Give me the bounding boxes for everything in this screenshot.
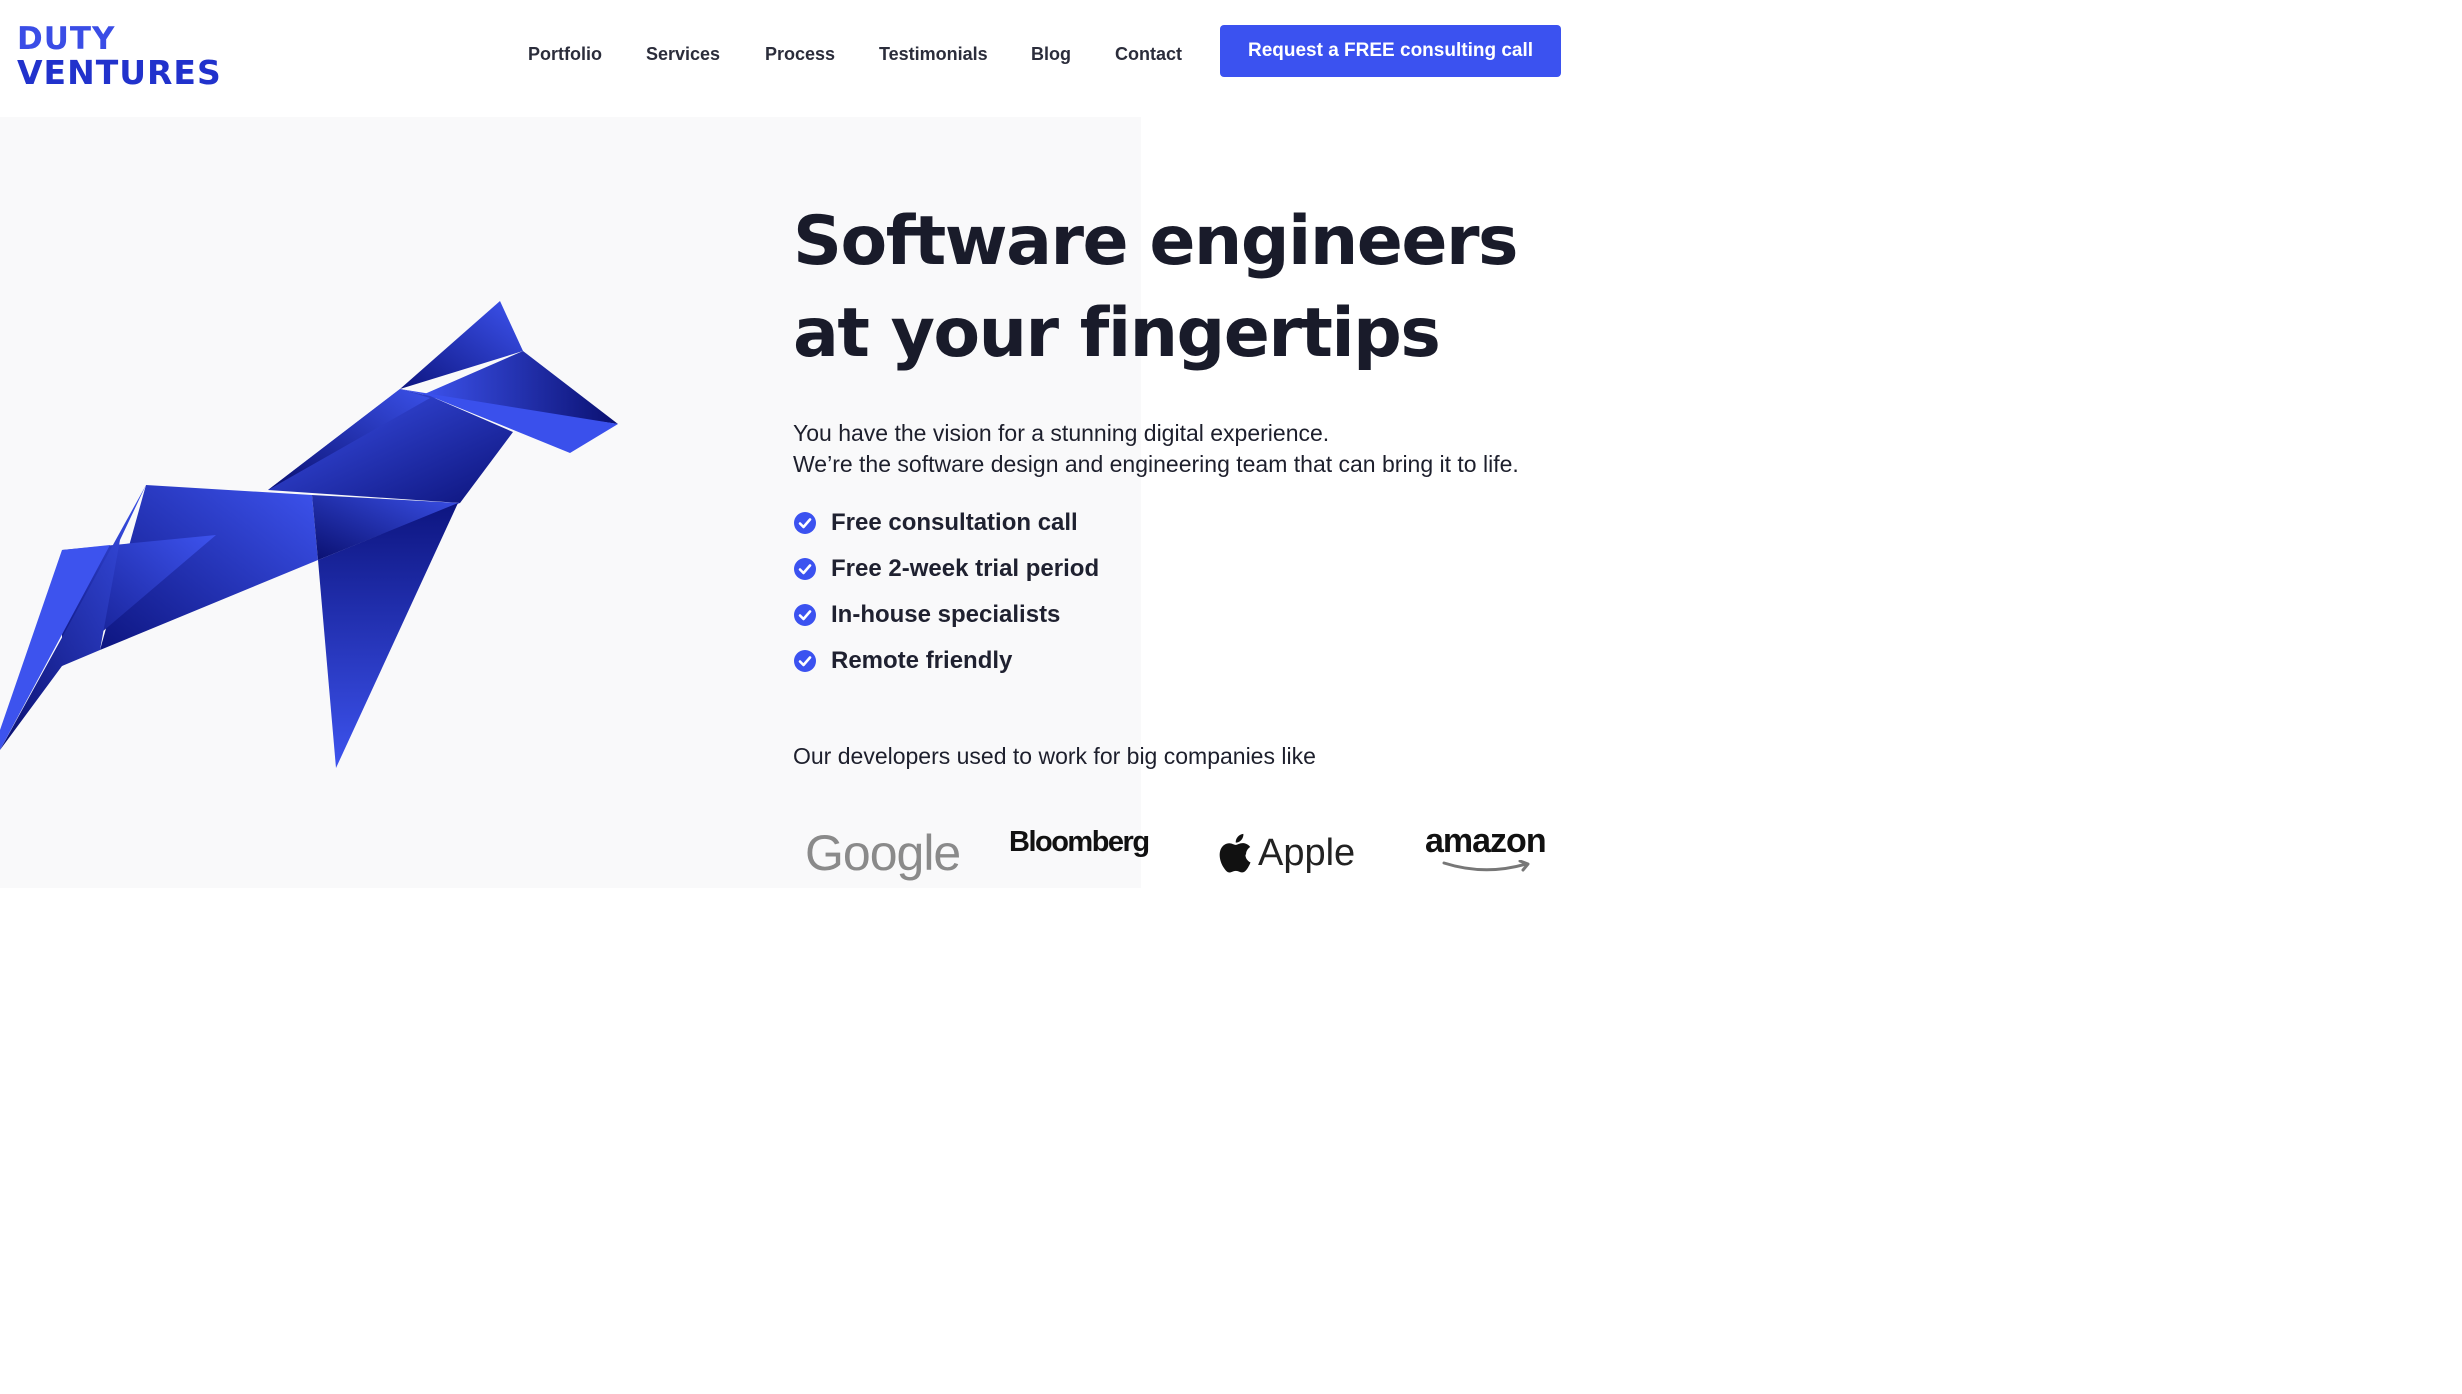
feature-item: Remote friendly — [793, 638, 1099, 684]
amazon-logo: amazon — [1425, 822, 1547, 860]
apple-icon — [1219, 833, 1251, 873]
nav-link-portfolio[interactable]: Portfolio — [528, 44, 602, 65]
nav-link-contact[interactable]: Contact — [1115, 44, 1182, 65]
company-logos: Google Bloomberg Apple amazon — [0, 820, 1568, 888]
check-circle-icon — [793, 649, 817, 673]
hero-headline: Software engineers at your fingertips — [793, 196, 1553, 380]
hero-intro: You have the vision for a stunning digit… — [793, 418, 1563, 480]
check-circle-icon — [793, 603, 817, 627]
headline-line-2: at your fingertips — [793, 294, 1441, 373]
intro-line-1: You have the vision for a stunning digit… — [793, 420, 1330, 446]
feature-item: In-house specialists — [793, 592, 1099, 638]
feature-label: Remote friendly — [831, 647, 1013, 674]
apple-wordmark: Apple — [1258, 831, 1356, 874]
origami-horse-icon — [0, 301, 618, 768]
feature-item: Free 2-week trial period — [793, 546, 1099, 592]
feature-label: Free 2-week trial period — [831, 555, 1100, 582]
nav-link-blog[interactable]: Blog — [1031, 44, 1071, 65]
nav-link-services[interactable]: Services — [646, 44, 720, 65]
bloomberg-logo: Bloomberg — [1009, 826, 1150, 858]
feature-list: Free consultation call Free 2-week trial… — [793, 500, 1099, 684]
check-circle-icon — [793, 511, 817, 535]
site-header: DUTY VENTURES Portfolio Services Process… — [0, 0, 1568, 117]
headline-line-1: Software engineers — [793, 202, 1519, 281]
intro-line-2: We’re the software design and engineerin… — [793, 451, 1519, 477]
google-logo: Google — [805, 825, 961, 881]
nav-link-process[interactable]: Process — [765, 44, 835, 65]
feature-label: Free consultation call — [831, 509, 1078, 536]
request-consulting-call-button[interactable]: Request a FREE consulting call — [1220, 25, 1561, 77]
check-circle-icon — [793, 557, 817, 581]
feature-item: Free consultation call — [793, 500, 1099, 546]
amazon-smile-icon — [1442, 860, 1530, 872]
nav-link-testimonials[interactable]: Testimonials — [879, 44, 988, 65]
main-navigation: Portfolio Services Process Testimonials … — [0, 44, 1200, 72]
feature-label: In-house specialists — [831, 601, 1061, 628]
apple-logo: Apple — [1212, 828, 1355, 878]
companies-intro: Our developers used to work for big comp… — [793, 743, 1316, 769]
